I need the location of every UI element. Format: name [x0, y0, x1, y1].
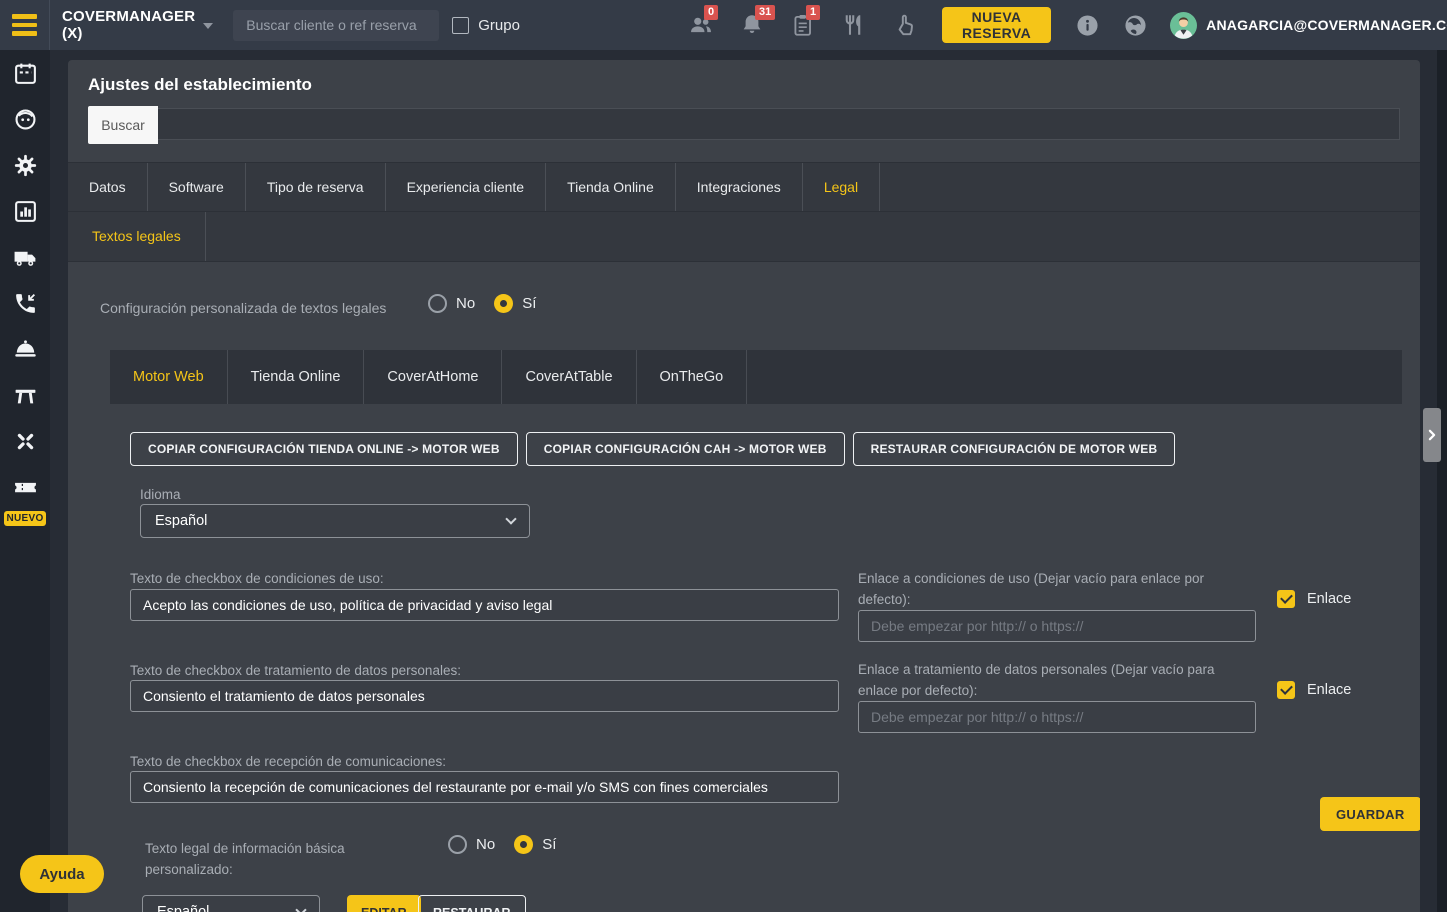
conditions-text-input[interactable]	[130, 589, 839, 621]
personal-data-text-label: Texto de checkbox de tratamiento de dato…	[130, 663, 461, 678]
topbar: COVERMANAGER (X) Grupo 0 31 1	[0, 0, 1447, 50]
info-icon[interactable]	[1076, 12, 1099, 38]
settings-search-group: Buscar	[88, 106, 1400, 144]
client-search-input[interactable]	[233, 9, 440, 41]
config-action-buttons: COPIAR CONFIGURACIÓN TIENDA ONLINE -> MO…	[130, 432, 1176, 466]
sidebar-item-games-icon[interactable]	[0, 418, 50, 464]
conditions-link-input[interactable]	[858, 610, 1256, 642]
orders-badge: 1	[805, 5, 821, 20]
avatar[interactable]	[1170, 11, 1198, 39]
personal-data-text-input[interactable]	[130, 680, 839, 712]
legal-basic-language-select[interactable]: Español	[142, 895, 320, 912]
settings-search-button[interactable]: Buscar	[88, 106, 158, 144]
chevron-down-icon	[203, 23, 214, 29]
tab-legal[interactable]: Legal	[803, 163, 881, 211]
hand-gesture-icon[interactable]	[892, 12, 918, 38]
channel-tab-motor-web[interactable]: Motor Web	[110, 350, 228, 404]
conditions-text-label: Texto de checkbox de condiciones de uso:	[130, 571, 384, 586]
waitlist-icon[interactable]: 0	[688, 5, 719, 38]
tab-integraciones[interactable]: Integraciones	[676, 163, 803, 211]
group-checkbox-row: Grupo	[452, 16, 520, 34]
legal-basic-label: Texto legal de información básica person…	[145, 841, 345, 877]
legal-basic-radiogroup: No Sí	[448, 835, 556, 854]
settings-tabs: Datos Software Tipo de reserva Experienc…	[68, 162, 1420, 212]
group-checkbox[interactable]	[452, 16, 470, 34]
sidebar-item-stats-icon[interactable]	[0, 188, 50, 234]
settings-panel: Ajustes del establecimiento Buscar Datos…	[68, 60, 1420, 912]
legal-subtabs: Textos legales	[68, 212, 1420, 262]
restore-motor-web-config-button[interactable]: RESTAURAR CONFIGURACIÓN DE MOTOR WEB	[852, 432, 1176, 466]
edit-button[interactable]: EDITAR	[347, 895, 421, 912]
custom-legal-radio-yes[interactable]: Sí	[494, 294, 536, 313]
settings-search-input[interactable]	[158, 108, 1400, 140]
page-title: Ajustes del establecimiento	[88, 75, 312, 94]
custom-legal-radiogroup: No Sí	[428, 294, 536, 313]
language-globe-icon[interactable]	[1124, 12, 1147, 38]
nuevo-badge: NUEVO	[4, 511, 46, 526]
conditions-link-label: Enlace a condiciones de uso (Dejar vacío…	[858, 571, 1204, 607]
tab-experiencia-cliente[interactable]: Experiencia cliente	[386, 163, 547, 211]
notifications-bell-icon[interactable]: 31	[739, 5, 776, 38]
custom-legal-label: Configuración personalizada de textos le…	[100, 300, 387, 316]
app-screen: COVERMANAGER (X) Grupo 0 31 1	[0, 0, 1447, 912]
waitlist-badge: 0	[703, 5, 719, 20]
tab-tipo-de-reserva[interactable]: Tipo de reserva	[246, 163, 386, 211]
copy-tienda-online-config-button[interactable]: COPIAR CONFIGURACIÓN TIENDA ONLINE -> MO…	[130, 432, 518, 466]
language-select[interactable]: Español	[140, 504, 530, 538]
channel-tab-coverathome[interactable]: CoverAtHome	[364, 350, 503, 404]
tab-software[interactable]: Software	[148, 163, 246, 211]
channel-tab-coverattable[interactable]: CoverAtTable	[502, 350, 637, 404]
legal-basic-radio-no[interactable]: No	[448, 835, 495, 854]
new-reservation-button[interactable]: NUEVA RESERVA	[941, 7, 1052, 43]
expand-panel-arrow[interactable]	[1423, 408, 1441, 462]
sidebar: NUEVO	[0, 50, 50, 912]
sidebar-item-settings-gear-icon[interactable]	[0, 142, 50, 188]
personal-data-link-checkbox[interactable]	[1277, 681, 1295, 699]
language-select-value: Español	[155, 513, 208, 529]
restore-button[interactable]: RESTAURAR	[418, 895, 526, 912]
sidebar-item-call-center-icon[interactable]	[0, 280, 50, 326]
topbar-icon-group: 0 31 1	[688, 5, 918, 38]
restaurant-selector[interactable]: COVERMANAGER (X)	[62, 8, 214, 42]
channel-tab-onthego[interactable]: OnTheGo	[637, 350, 748, 404]
account-email: ANAGARCIA@COVERMANAGER.COM	[1206, 17, 1447, 33]
restaurant-cutlery-icon[interactable]	[841, 12, 867, 38]
orders-list-icon[interactable]: 1	[790, 5, 821, 38]
language-label: Idioma	[140, 487, 181, 502]
chevron-down-icon	[295, 904, 307, 912]
conditions-link-checkbox[interactable]	[1277, 590, 1295, 608]
sidebar-item-cover-at-home-icon[interactable]	[0, 326, 50, 372]
account-menu[interactable]: ANAGARCIA@COVERMANAGER.COM	[1206, 17, 1447, 33]
legal-basic-language-value: Español	[157, 904, 210, 912]
personal-data-link-checkbox-label: Enlace	[1307, 682, 1352, 698]
scrollbar-track[interactable]	[1437, 50, 1447, 912]
channel-tabs: Motor Web Tienda Online CoverAtHome Cove…	[110, 350, 1402, 404]
tab-tienda-online[interactable]: Tienda Online	[546, 163, 676, 211]
copy-cah-config-button[interactable]: COPIAR CONFIGURACIÓN CAH -> MOTOR WEB	[525, 432, 845, 466]
save-button[interactable]: GUARDAR	[1320, 797, 1420, 831]
personal-data-link-enable: Enlace	[1277, 681, 1351, 699]
hamburger-menu-icon[interactable]	[0, 0, 50, 50]
sidebar-item-calendar-icon[interactable]	[0, 50, 50, 96]
conditions-link-checkbox-label: Enlace	[1307, 591, 1352, 607]
subtab-textos-legales[interactable]: Textos legales	[68, 212, 206, 261]
conditions-link-enable: Enlace	[1277, 590, 1351, 608]
sidebar-item-delivery-truck-icon[interactable]	[0, 234, 50, 280]
communications-text-label: Texto de checkbox de recepción de comuni…	[130, 754, 446, 769]
notifications-badge: 31	[754, 5, 776, 20]
custom-legal-radio-no[interactable]: No	[428, 294, 475, 313]
legal-basic-radio-yes[interactable]: Sí	[514, 835, 556, 854]
sidebar-item-cover-at-table-icon[interactable]	[0, 372, 50, 418]
communications-text-input[interactable]	[130, 771, 839, 803]
personal-data-link-label: Enlace a tratamiento de datos personales…	[858, 662, 1215, 698]
group-checkbox-label: Grupo	[478, 16, 520, 34]
channel-tab-tienda-online[interactable]: Tienda Online	[228, 350, 365, 404]
tab-datos[interactable]: Datos	[68, 163, 148, 211]
sidebar-item-customers-icon[interactable]	[0, 96, 50, 142]
sidebar-item-vouchers-ticket-icon[interactable]	[0, 464, 50, 510]
personal-data-link-input[interactable]	[858, 701, 1256, 733]
help-button[interactable]: Ayuda	[20, 855, 104, 893]
chevron-down-icon	[505, 513, 517, 525]
brand-label: COVERMANAGER (X)	[62, 8, 196, 42]
